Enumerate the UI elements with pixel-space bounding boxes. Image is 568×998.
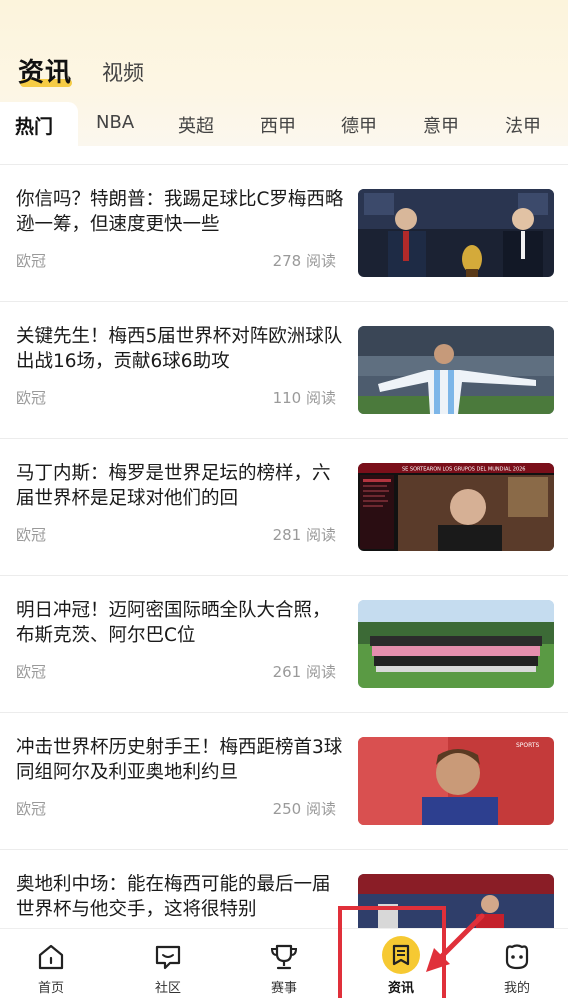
- league-tab-hot[interactable]: 热门: [15, 112, 53, 139]
- nav-label: 社区: [154, 981, 181, 996]
- league-tab-premier-league[interactable]: 英超: [178, 112, 214, 138]
- nav-home[interactable]: 首页: [11, 929, 91, 998]
- article-read-count: 278 阅读: [272, 252, 336, 270]
- league-tab-serie-a[interactable]: 意甲: [423, 112, 459, 138]
- tab-news-label: 资讯: [18, 58, 73, 88]
- home-icon: [38, 944, 64, 970]
- article-thumbnail: [358, 189, 554, 277]
- player-portrait-photo-icon: SPORTS: [358, 737, 554, 825]
- nav-matches[interactable]: 赛事: [244, 929, 324, 998]
- nav-profile[interactable]: 我的: [477, 929, 557, 998]
- league-tab-nba[interactable]: NBA: [96, 112, 134, 133]
- article-tag: 欧冠: [16, 663, 47, 681]
- thumb-caption: SPORTS: [516, 742, 540, 749]
- article-tag: 欧冠: [16, 800, 47, 818]
- article-card[interactable]: 你信吗？特朗普：我踢足球比C罗梅西略逊一筹，但速度更快一些 欧冠 278 阅读: [0, 164, 568, 301]
- tab-news[interactable]: 资讯: [18, 52, 72, 89]
- article-title: 奥地利中场：能在梅西可能的最后一届世界杯与他交手，这将很特别: [16, 874, 331, 920]
- article-card[interactable]: 冲击世界杯历史射手王！梅西距榜首3球 同组阿尔及利亚奥地利约旦 欧冠 250 阅…: [0, 712, 568, 849]
- nav-label: 资讯: [387, 981, 414, 996]
- profile-icon: [505, 944, 529, 970]
- article-title: 明日冲冠！迈阿密国际晒全队大合照，布斯克茨、阿尔巴C位: [16, 600, 331, 646]
- league-tab-ligue-1[interactable]: 法甲: [505, 112, 541, 138]
- trophy-icon: [270, 944, 298, 970]
- article-thumbnail: SE SORTEARON LOS GRUPOS DEL MUNDIAL 2026: [358, 463, 554, 551]
- thumb-caption: SE SORTEARON LOS GRUPOS DEL MUNDIAL 2026: [402, 467, 526, 473]
- article-read-count: 250 阅读: [272, 800, 336, 818]
- league-tab-laliga[interactable]: 西甲: [260, 112, 296, 138]
- team-photo-icon: [358, 600, 554, 688]
- article-thumbnail: [358, 326, 554, 414]
- nav-label: 赛事: [270, 981, 297, 996]
- article-read-count: 281 阅读: [272, 526, 336, 544]
- article-title: 马丁内斯：梅罗是世界足坛的榜样，六届世界杯是足球对他们的回: [16, 463, 331, 509]
- article-title: 冲击世界杯历史射手王！梅西距榜首3球 同组阿尔及利亚奥地利约旦: [16, 737, 343, 783]
- article-card[interactable]: 明日冲冠！迈阿密国际晒全队大合照，布斯克茨、阿尔巴C位 欧冠 261 阅读: [0, 575, 568, 712]
- article-read-count: 110 阅读: [272, 389, 336, 407]
- article-tag: 欧冠: [16, 526, 47, 544]
- article-title: 关键先生！梅西5届世界杯对阵欧洲球队出战16场，贡献6球6助攻: [16, 326, 343, 372]
- nav-label: 首页: [37, 981, 64, 996]
- article-card[interactable]: 关键先生！梅西5届世界杯对阵欧洲球队出战16场，贡献6球6助攻 欧冠 110 阅…: [0, 301, 568, 438]
- article-tag: 欧冠: [16, 252, 47, 270]
- nav-news[interactable]: 资讯: [361, 929, 441, 998]
- news-icon: [392, 944, 410, 966]
- news-feed: 你信吗？特朗普：我踢足球比C罗梅西略逊一筹，但速度更快一些 欧冠 278 阅读 …: [0, 164, 568, 986]
- article-card[interactable]: 马丁内斯：梅罗是世界足坛的榜样，六届世界杯是足球对他们的回 欧冠 281 阅读 …: [0, 438, 568, 575]
- article-read-count: 261 阅读: [272, 663, 336, 681]
- award-ceremony-photo-icon: [358, 189, 554, 277]
- bottom-nav: 首页 社区 赛事 资讯 我的: [0, 928, 568, 998]
- nav-label: 我的: [503, 981, 530, 996]
- player-celebration-photo-icon: [358, 326, 554, 414]
- article-tag: 欧冠: [16, 389, 47, 407]
- tv-interview-photo-icon: SE SORTEARON LOS GRUPOS DEL MUNDIAL 2026: [358, 463, 554, 551]
- article-thumbnail: [358, 600, 554, 688]
- league-tabs: 热门 NBA 英超 西甲 德甲 意甲 法甲: [0, 102, 568, 146]
- league-tab-bundesliga[interactable]: 德甲: [341, 112, 377, 138]
- nav-community[interactable]: 社区: [128, 929, 208, 998]
- article-title: 你信吗？特朗普：我踢足球比C罗梅西略逊一筹，但速度更快一些: [16, 189, 344, 235]
- community-icon: [155, 945, 181, 970]
- tab-video[interactable]: 视频: [102, 57, 144, 87]
- main-tabs: 资讯 视频: [18, 52, 144, 89]
- article-thumbnail: SPORTS: [358, 737, 554, 825]
